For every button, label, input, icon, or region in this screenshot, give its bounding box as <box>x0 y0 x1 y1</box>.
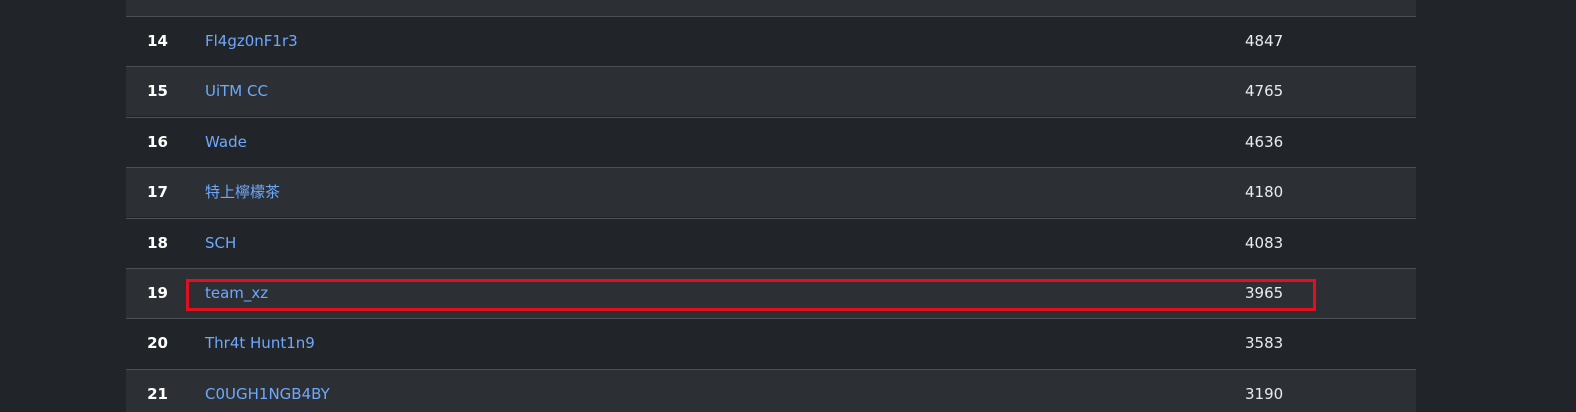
table-row-highlighted: 19 team_xz 3965 <box>126 268 1416 318</box>
table-row: 20 Thr4t Hunt1n9 3583 <box>126 318 1416 368</box>
rank-cell: 19 <box>147 284 168 302</box>
table-row <box>126 0 1416 16</box>
team-link[interactable]: Thr4t Hunt1n9 <box>205 319 315 368</box>
rank-cell: 20 <box>147 334 168 352</box>
table-row: 16 Wade 4636 <box>126 117 1416 167</box>
score-cell: 3583 <box>1245 334 1284 352</box>
rank-cell: 16 <box>147 133 168 151</box>
score-cell: 4765 <box>1245 82 1284 100</box>
team-link[interactable]: Wade <box>205 118 247 167</box>
team-link[interactable]: Fl4gz0nF1r3 <box>205 17 298 66</box>
score-cell: 3965 <box>1245 284 1284 302</box>
table-row: 17 特上檸檬茶 4180 <box>126 167 1416 217</box>
table-row: 21 C0UGH1NGB4BY 3190 <box>126 369 1416 412</box>
rank-cell: 21 <box>147 385 168 403</box>
score-cell: 4180 <box>1245 183 1284 201</box>
score-cell: 4847 <box>1245 32 1284 50</box>
rank-cell: 18 <box>147 234 168 252</box>
rank-cell: 15 <box>147 82 168 100</box>
scoreboard-table: 14 Fl4gz0nF1r3 4847 15 UiTM CC 4765 16 W… <box>126 0 1416 412</box>
table-row: 18 SCH 4083 <box>126 218 1416 268</box>
score-cell: 4083 <box>1245 234 1284 252</box>
team-link[interactable]: team_xz <box>205 269 268 318</box>
table-row: 14 Fl4gz0nF1r3 4847 <box>126 16 1416 66</box>
score-cell: 3190 <box>1245 385 1284 403</box>
team-link[interactable]: SCH <box>205 219 236 268</box>
table-row: 15 UiTM CC 4765 <box>126 66 1416 116</box>
rank-cell: 14 <box>147 32 168 50</box>
score-cell: 4636 <box>1245 133 1284 151</box>
rank-cell: 17 <box>147 183 168 201</box>
team-link[interactable]: UiTM CC <box>205 67 268 116</box>
team-link[interactable]: C0UGH1NGB4BY <box>205 370 330 412</box>
team-link[interactable]: 特上檸檬茶 <box>205 168 280 217</box>
